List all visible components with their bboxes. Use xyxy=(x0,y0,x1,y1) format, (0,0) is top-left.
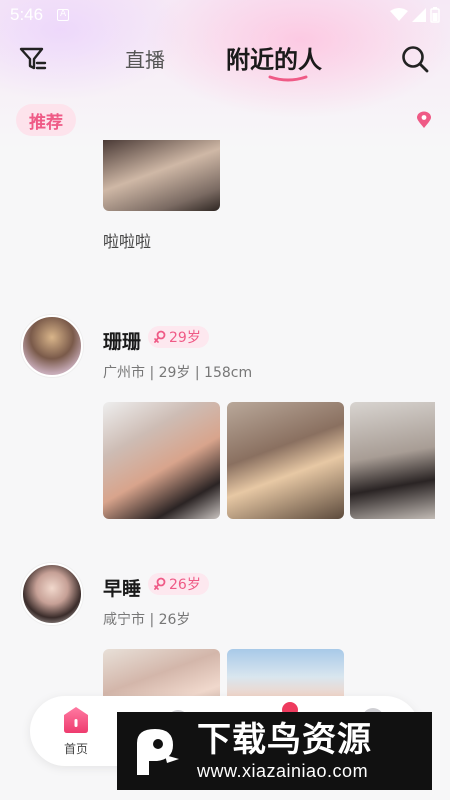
top-nav: 直播 附近的人 xyxy=(0,36,450,82)
status-icons xyxy=(390,7,440,23)
wifi-icon xyxy=(390,8,408,21)
post-photo[interactable] xyxy=(103,402,220,519)
status-time: 5:46 xyxy=(10,5,44,24)
recommend-chip[interactable]: 推荐 xyxy=(16,104,76,136)
post-photo[interactable] xyxy=(350,402,435,519)
watermark-title: 下载鸟资源 xyxy=(197,719,372,760)
tab-live[interactable]: 直播 xyxy=(125,44,165,73)
watermark-text: 下载鸟资源 www.xiazainiao.com xyxy=(197,721,372,782)
user-name[interactable]: 早睡 xyxy=(103,574,141,601)
active-tab-indicator xyxy=(268,75,308,82)
avatar[interactable] xyxy=(21,315,83,377)
bird-logo-icon xyxy=(137,729,179,775)
user-name[interactable]: 珊珊 xyxy=(103,327,141,354)
watermark-url: www.xiazainiao.com xyxy=(197,760,369,781)
post-photo[interactable] xyxy=(103,140,220,211)
tab-nearby[interactable]: 附近的人 xyxy=(226,40,322,75)
user-info: 咸宁市 | 26岁 xyxy=(103,612,191,628)
filter-icon[interactable] xyxy=(18,44,48,74)
post-photo[interactable] xyxy=(227,402,344,519)
age-label: 26岁 xyxy=(169,577,201,593)
location-pin-icon[interactable] xyxy=(416,111,432,129)
notification-icon: A xyxy=(57,9,70,21)
signal-icon xyxy=(412,8,426,22)
user-info: 广州市 | 29岁 | 158cm xyxy=(103,365,253,381)
nav-home-label[interactable]: 首页 xyxy=(64,740,88,757)
battery-icon xyxy=(430,7,440,23)
age-badge: 26岁 xyxy=(148,573,209,595)
avatar[interactable] xyxy=(21,563,83,625)
home-icon[interactable] xyxy=(63,706,89,734)
female-icon xyxy=(154,330,166,343)
search-icon[interactable] xyxy=(400,44,430,74)
post-caption: 啦啦啦 xyxy=(103,232,152,251)
age-label: 29岁 xyxy=(169,330,201,346)
female-icon xyxy=(154,577,166,590)
watermark: 下载鸟资源 www.xiazainiao.com xyxy=(117,712,432,790)
status-bar: 5:46 A xyxy=(0,0,450,30)
age-badge: 29岁 xyxy=(148,326,209,348)
